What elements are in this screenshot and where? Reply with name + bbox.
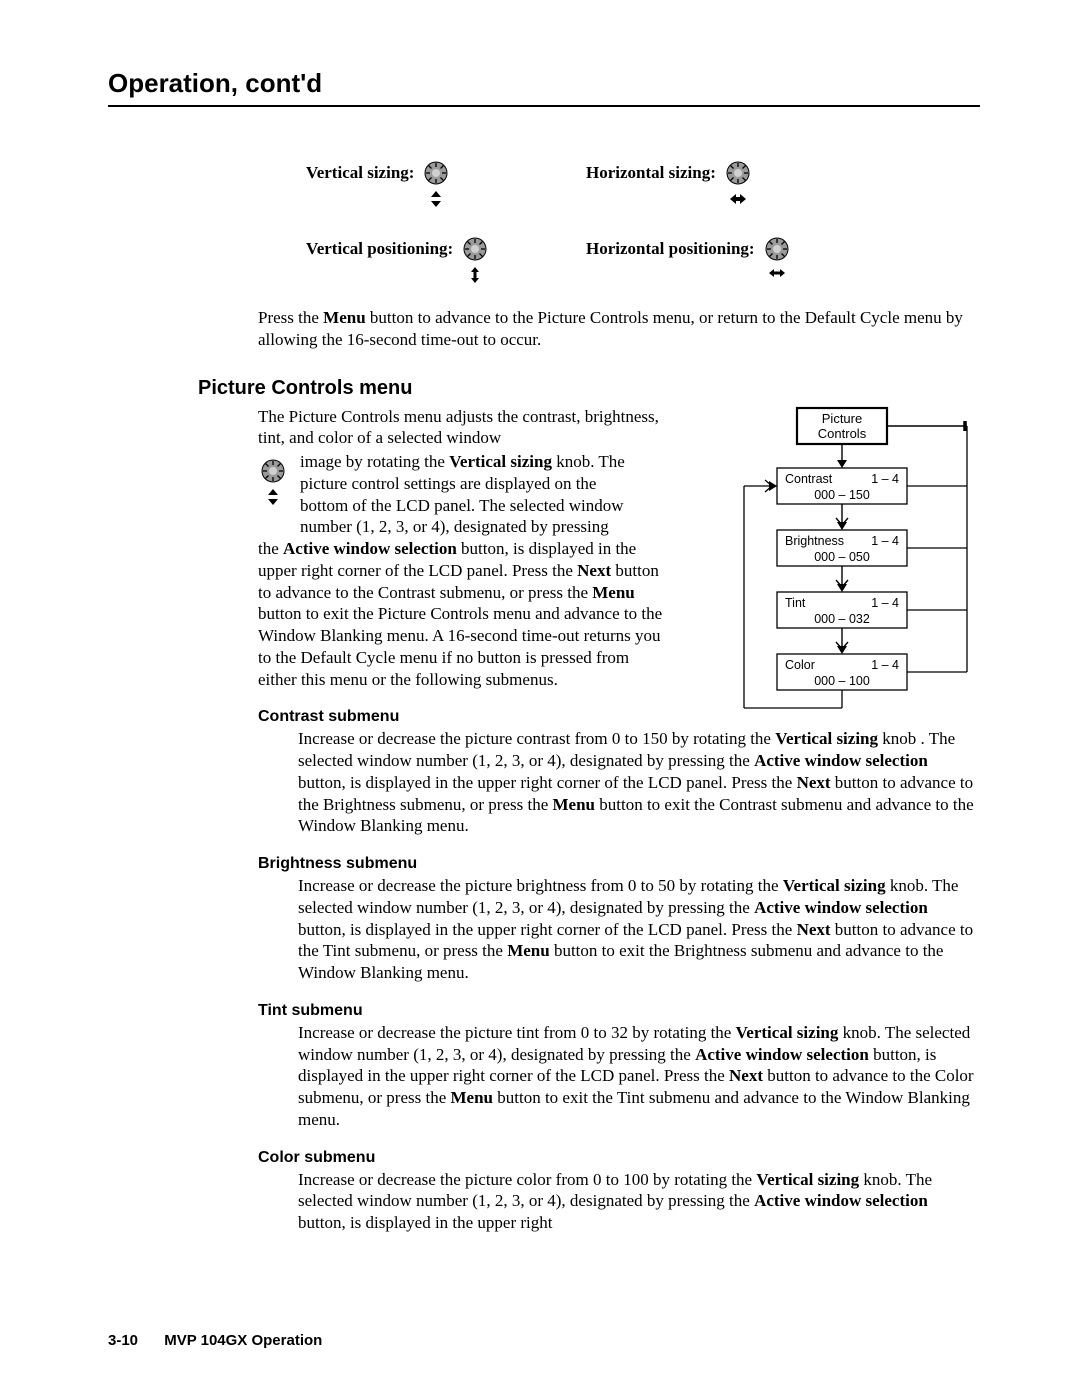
- submenu-heading: Brightness submenu: [258, 855, 980, 873]
- svg-text:Picture: Picture: [822, 411, 862, 426]
- label-vertical-positioning: Vertical positioning:: [306, 237, 453, 259]
- svg-text:1 – 4: 1 – 4: [871, 658, 899, 672]
- page-title: Operation, cont'd: [108, 68, 980, 99]
- submenu-body: Increase or decrease the picture brightn…: [298, 875, 978, 984]
- svg-text:1 – 4: 1 – 4: [871, 472, 899, 486]
- flow-diagram: PictureControlsContrast1 – 4000 – 150Bri…: [712, 406, 1022, 758]
- submenu-block: Brightness submenu Increase or decrease t…: [258, 855, 980, 984]
- page-footer: 3-10 MVP 104GX Operation: [108, 1332, 322, 1349]
- knob-icon: [463, 237, 487, 261]
- svg-text:1 – 4: 1 – 4: [871, 596, 899, 610]
- svg-text:000 – 150: 000 – 150: [814, 488, 870, 502]
- knob-icon: [261, 459, 285, 483]
- knob-icon: [726, 161, 750, 185]
- vertical-size-icon: [428, 189, 444, 209]
- page-number: 3-10: [108, 1332, 138, 1349]
- pc-p2: the Active window selection button, is d…: [258, 538, 668, 690]
- submenu-body: Increase or decrease the picture tint fr…: [298, 1022, 978, 1131]
- svg-text:Brightness: Brightness: [785, 534, 844, 548]
- svg-text:1 – 4: 1 – 4: [871, 534, 899, 548]
- horizontal-pos-icon: [767, 265, 787, 281]
- submenu-heading: Tint submenu: [258, 1002, 980, 1020]
- svg-text:000 – 100: 000 – 100: [814, 674, 870, 688]
- title-rule: [108, 105, 980, 107]
- vertical-size-icon: [265, 487, 281, 507]
- svg-text:Controls: Controls: [818, 426, 867, 441]
- intro-paragraph: Press the Menu button to advance to the …: [258, 307, 978, 351]
- pc-p1: The Picture Controls menu adjusts the co…: [258, 406, 668, 450]
- label-vertical-sizing: Vertical sizing:: [306, 161, 414, 183]
- pc-inset-text: image by rotating the Vertical sizing kn…: [300, 451, 630, 538]
- label-horizontal-positioning: Horizontal positioning:: [586, 237, 755, 259]
- submenu-heading: Color submenu: [258, 1149, 980, 1167]
- submenu-block: Tint submenu Increase or decrease the pic…: [258, 1002, 980, 1131]
- footer-doc: MVP 104GX Operation: [164, 1332, 322, 1349]
- svg-text:Tint: Tint: [785, 596, 806, 610]
- knob-icon: [765, 237, 789, 261]
- label-horizontal-sizing: Horizontal sizing:: [586, 161, 716, 183]
- svg-text:Contrast: Contrast: [785, 472, 833, 486]
- submenu-body: Increase or decrease the picture color f…: [298, 1169, 978, 1234]
- section-heading: Picture Controls menu: [198, 377, 980, 400]
- submenu-block: Color submenu Increase or decrease the pi…: [258, 1149, 980, 1234]
- knob-icon: [424, 161, 448, 185]
- vertical-pos-icon: [467, 265, 483, 285]
- horizontal-size-icon: [728, 189, 748, 209]
- svg-text:000 – 032: 000 – 032: [814, 612, 870, 626]
- svg-text:Color: Color: [785, 658, 815, 672]
- knob-grid: Vertical sizing: Horizontal sizing: Vert…: [306, 161, 866, 285]
- svg-text:000 – 050: 000 – 050: [814, 550, 870, 564]
